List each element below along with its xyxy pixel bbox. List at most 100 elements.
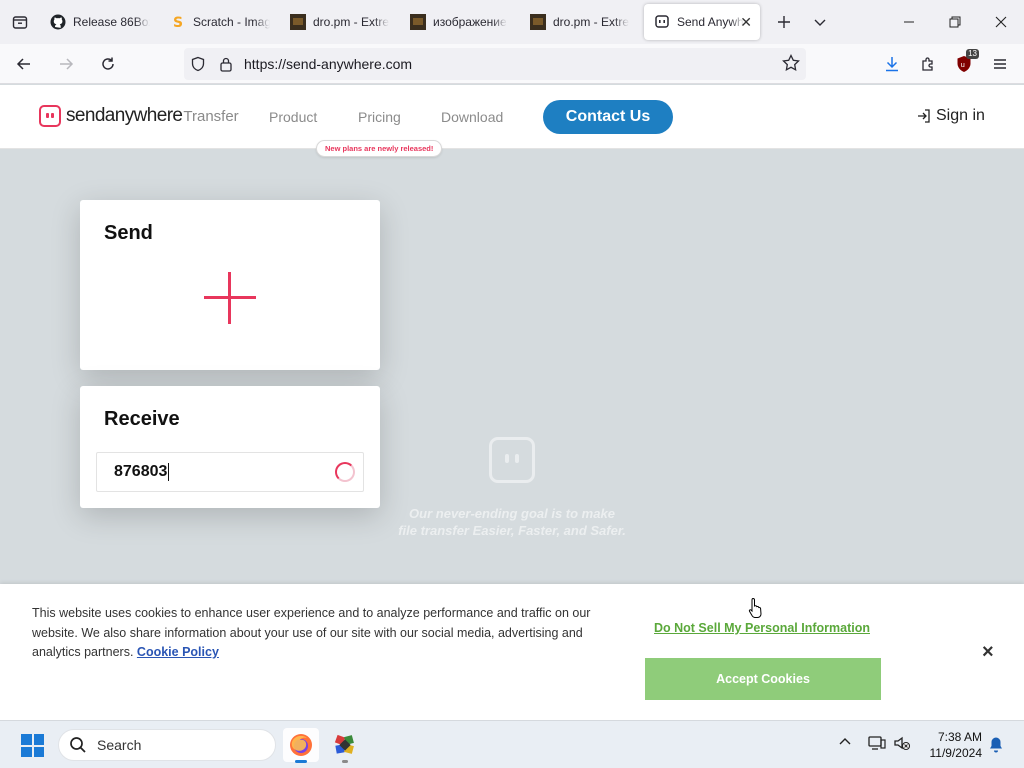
send-panel[interactable]: Send (80, 200, 380, 370)
toolbar-right: u 13 (874, 48, 1018, 80)
clock-date: 11/9/2024 (929, 746, 983, 760)
firefox-view-icon (12, 16, 28, 29)
tab-title: Scratch - Imag (193, 15, 270, 29)
taskbar-clock[interactable]: 7:38 AM 11/9/2024 (920, 729, 983, 761)
dro-pm-icon (530, 14, 546, 30)
send-title: Send (104, 222, 153, 244)
taskbar-search-box[interactable]: Search (58, 729, 276, 761)
ublock-button[interactable]: u 13 (946, 48, 982, 80)
github-icon (50, 14, 66, 30)
running-app-indicator (342, 760, 348, 763)
lock-icon[interactable] (212, 56, 240, 72)
restore-button[interactable] (932, 0, 978, 44)
tagline-line-1: Our never-ending goal is to make (409, 506, 615, 521)
dro-pm-icon (410, 14, 426, 30)
extension-badge: 13 (966, 49, 979, 59)
tab-dro-pm[interactable]: dro.pm - Extre (280, 4, 400, 40)
extensions-button[interactable] (910, 48, 946, 80)
tab-image[interactable]: изображение (400, 4, 520, 40)
close-window-button[interactable] (978, 0, 1024, 44)
search-icon (70, 737, 86, 753)
firefox-view-button[interactable] (0, 0, 40, 44)
chevron-up-icon (839, 738, 851, 745)
cookie-notice-text: This website uses cookies to enhance use… (32, 604, 622, 663)
minimize-button[interactable] (886, 0, 932, 44)
86box-icon (334, 734, 354, 754)
close-icon (995, 16, 1007, 28)
reload-icon (102, 57, 114, 70)
cookie-banner: This website uses cookies to enhance use… (0, 584, 1024, 720)
nav-pricing[interactable]: Pricing (358, 109, 401, 125)
site-header: sendanywhere Transfer Product Pricing Do… (0, 85, 1024, 157)
tab-title: Release 86Box (73, 15, 150, 29)
tab-dro-pm-2[interactable]: dro.pm - Extre (520, 4, 640, 40)
logo-sub-text: Transfer (183, 107, 239, 125)
receive-title: Receive (104, 408, 180, 430)
svg-text:u: u (961, 61, 965, 69)
back-button[interactable] (6, 48, 42, 80)
tab-title: dro.pm - Extre (553, 15, 630, 29)
forward-button[interactable] (48, 48, 84, 80)
hand-pointer-cursor-icon (748, 597, 762, 618)
accept-cookies-button[interactable]: Accept Cookies (645, 658, 881, 700)
plus-icon (778, 16, 790, 28)
browser-tab-strip: Release 86Box S Scratch - Imag dro.pm - … (0, 0, 1024, 44)
taskbar-86box[interactable] (327, 728, 363, 763)
receive-key-value: 876803 (114, 463, 168, 480)
close-tab-icon[interactable]: ✕ (740, 14, 752, 31)
tab-release-86box[interactable]: Release 86Box (40, 4, 160, 40)
sign-in-icon (918, 109, 930, 123)
tab-title: dro.pm - Extre (313, 15, 390, 29)
nav-product[interactable]: Product (269, 109, 317, 125)
receive-panel: Receive 876803 (80, 386, 380, 508)
tracking-protection-icon[interactable] (184, 56, 212, 72)
arrow-left-icon (16, 57, 30, 70)
contact-us-button[interactable]: Contact Us (543, 100, 673, 134)
notifications-button[interactable] (988, 736, 1004, 754)
tab-scratch[interactable]: S Scratch - Imag (160, 4, 280, 40)
show-hidden-icons[interactable] (838, 735, 852, 749)
logo-brand-text: sendanywhere (66, 105, 183, 126)
minimize-icon (904, 21, 914, 23)
tagline-line-2: file transfer Easier, Faster, and Safer. (398, 523, 626, 538)
list-all-tabs-button[interactable] (802, 4, 838, 40)
navigation-toolbar: https://send-anywhere.com u 13 (0, 44, 1024, 84)
tab-title: изображение (433, 15, 507, 29)
sign-in-button[interactable]: Sign in (916, 107, 985, 125)
restore-icon (949, 16, 961, 28)
sign-in-label: Sign in (936, 107, 985, 124)
windows-start-icon[interactable] (21, 734, 44, 757)
svg-text:S: S (173, 15, 183, 30)
volume-tray[interactable] (893, 734, 911, 752)
clock-time: 7:38 AM (937, 730, 982, 744)
receive-key-input[interactable]: 876803 (96, 452, 364, 492)
volume-muted-icon (894, 736, 911, 751)
taskbar-firefox[interactable] (283, 728, 319, 763)
pricing-new-badge: New plans are newly released! (316, 140, 443, 157)
loading-spinner-icon (335, 462, 355, 482)
app-menu-button[interactable] (982, 48, 1018, 80)
puzzle-icon (922, 57, 933, 71)
send-anywhere-logo-icon (39, 105, 61, 127)
send-anywhere-logo[interactable]: sendanywhere Transfer (39, 105, 239, 127)
send-anywhere-icon (654, 14, 670, 30)
bell-icon (990, 737, 1002, 753)
bookmark-star-icon[interactable] (782, 53, 800, 77)
scratch-icon: S (170, 14, 186, 30)
close-banner-icon[interactable]: × (982, 641, 994, 664)
nav-download[interactable]: Download (441, 109, 503, 125)
address-bar[interactable]: https://send-anywhere.com (184, 48, 806, 80)
do-not-sell-link[interactable]: Do Not Sell My Personal Information (654, 621, 870, 635)
download-icon (886, 57, 898, 72)
arrow-right-icon (60, 57, 74, 70)
chevron-down-icon (814, 19, 826, 26)
dro-pm-icon (290, 14, 306, 30)
cookie-policy-link[interactable]: Cookie Policy (137, 645, 219, 659)
add-file-plus-icon[interactable] (204, 272, 256, 324)
reload-button[interactable] (90, 48, 126, 80)
downloads-button[interactable] (874, 48, 910, 80)
hamburger-menu-icon (994, 59, 1006, 69)
tab-send-anywhere[interactable]: Send Anywh ✕ (644, 4, 760, 40)
network-tray[interactable] (868, 734, 886, 752)
new-tab-button[interactable] (766, 4, 802, 40)
